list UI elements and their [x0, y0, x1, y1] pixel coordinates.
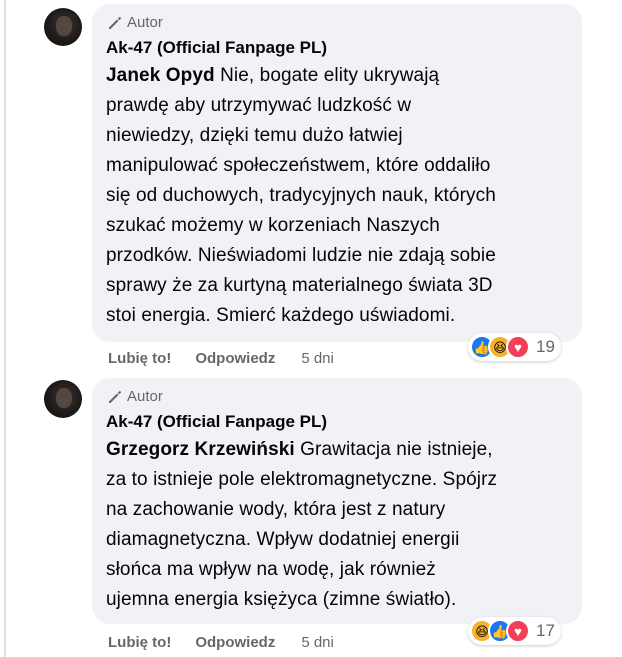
- timestamp[interactable]: 5 dni: [301, 350, 334, 367]
- comment-line: prawdę aby utrzymywać ludzkość w: [106, 95, 412, 116]
- reply-button[interactable]: Odpowiedz: [195, 634, 275, 651]
- thread-line: [4, 0, 6, 657]
- comment-line: Grawitacja nie istnieje,: [294, 439, 493, 460]
- author-badge-label: Autor: [127, 14, 163, 31]
- reply-button[interactable]: Odpowiedz: [195, 350, 275, 367]
- like-button[interactable]: Lubię to!: [108, 350, 171, 367]
- mention-link[interactable]: Janek Opyd: [106, 65, 215, 86]
- comment-line: na zachowanie wody, która jest z natury: [106, 499, 446, 520]
- comment-bubble: Autor Ak-47 (Official Fanpage PL) Grzego…: [92, 378, 582, 624]
- love-icon: ♥: [506, 335, 530, 359]
- comment-line: sprawy że za kurtyną materialnego świata…: [106, 275, 493, 296]
- comment-line: przodków. Nieświadomi ludzie nie zdają s…: [106, 245, 496, 266]
- comment-actions: Lubię to! Odpowiedz 5 dni: [108, 634, 334, 651]
- reaction-count: 19: [536, 337, 555, 356]
- author-badge-label: Autor: [127, 388, 163, 405]
- comment-line: słońca ma wpływ na wodę, jak również: [106, 559, 436, 580]
- comment-line: niewiedzy, dzięki temu dużo łatwiej: [106, 125, 403, 146]
- author-badge: Autor: [107, 388, 568, 405]
- comment-text: Grzegorz Krzewiński Grawitacja nie istni…: [106, 435, 568, 615]
- avatar[interactable]: [44, 380, 82, 418]
- love-icon: ♥: [506, 619, 530, 643]
- reactions-summary[interactable]: 👍 😆 ♥ 19: [468, 333, 561, 361]
- reaction-count: 17: [536, 621, 555, 640]
- pencil-icon: [109, 16, 122, 29]
- mention-link[interactable]: Grzegorz Krzewiński: [106, 439, 295, 460]
- reactions-summary[interactable]: 😆 👍 ♥ 17: [468, 617, 561, 645]
- author-name[interactable]: Ak-47 (Official Fanpage PL): [106, 37, 568, 59]
- like-button[interactable]: Lubię to!: [108, 634, 171, 651]
- comment-line: za to istnieje pole elektromagnetyczne. …: [106, 469, 498, 490]
- comment-line: szukać możemy w korzeniach Naszych: [106, 215, 440, 236]
- author-badge: Autor: [107, 14, 568, 31]
- comment-line: ujemna energia księżyca (zimne światło).: [106, 589, 457, 610]
- pencil-icon: [109, 390, 122, 403]
- timestamp[interactable]: 5 dni: [301, 634, 334, 651]
- comment-actions: Lubię to! Odpowiedz 5 dni: [108, 350, 334, 367]
- comment-bubble: Autor Ak-47 (Official Fanpage PL) Janek …: [92, 4, 582, 342]
- author-name[interactable]: Ak-47 (Official Fanpage PL): [106, 411, 568, 433]
- comment-line: diamagnetyczna. Wpływ dodatniej energii: [106, 529, 460, 550]
- comment-text: Janek Opyd Nie, bogate elity ukrywają pr…: [106, 61, 568, 331]
- comment-line: manipulować społeczeństwem, które oddali…: [106, 155, 491, 176]
- comment-line: Nie, bogate elity ukrywają: [214, 65, 440, 86]
- comment-line: stoi energia. Smierć każdego uświadomi.: [106, 305, 456, 326]
- comment-line: się od duchowych, tradycyjnych nauk, któ…: [106, 185, 496, 206]
- avatar[interactable]: [44, 8, 82, 46]
